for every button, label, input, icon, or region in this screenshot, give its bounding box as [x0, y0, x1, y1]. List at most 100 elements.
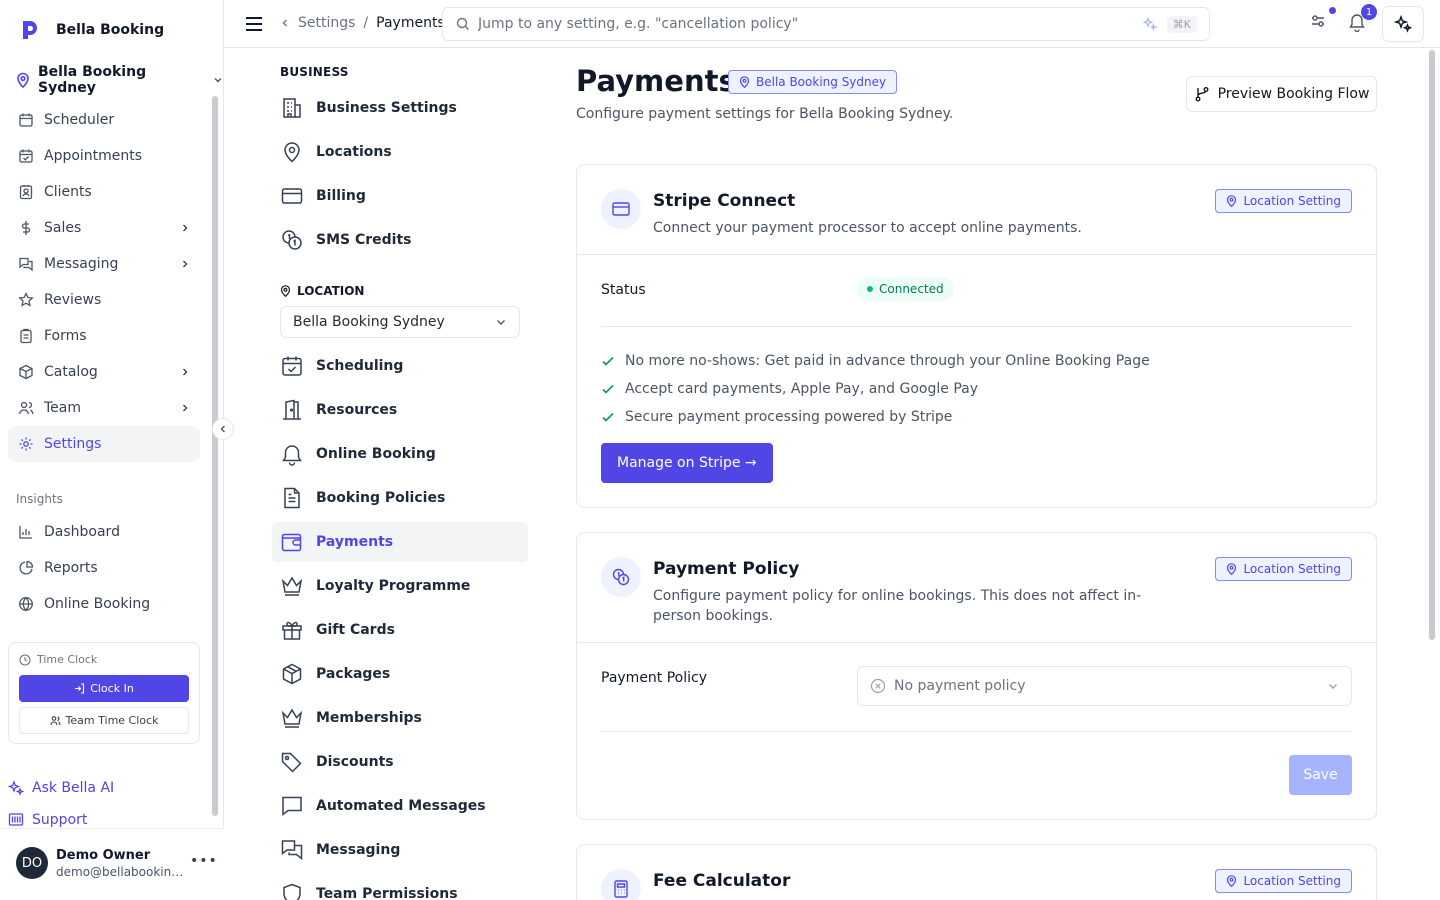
- filters-icon[interactable]: [1310, 12, 1326, 30]
- settings-nav-resources[interactable]: Resources: [272, 390, 528, 430]
- collapse-sidebar-button[interactable]: [212, 418, 234, 440]
- preview-booking-flow-button[interactable]: Preview Booking Flow: [1186, 76, 1377, 112]
- user-name: Demo Owner: [56, 848, 151, 863]
- package-icon: [280, 662, 304, 686]
- save-button[interactable]: Save: [1289, 755, 1352, 795]
- settings-nav-business-settings[interactable]: Business Settings: [272, 88, 528, 128]
- nav-label: Catalog: [44, 364, 98, 380]
- bar-chart-icon: [18, 524, 34, 540]
- gear-icon: [18, 436, 34, 452]
- settings-search[interactable]: ⌘K: [442, 7, 1210, 41]
- clock-in-button[interactable]: Clock In: [19, 675, 189, 702]
- nav-label: Team: [44, 400, 82, 416]
- payment-policy-select[interactable]: No payment policy: [857, 666, 1352, 706]
- notification-count-badge: 1: [1361, 4, 1377, 20]
- settings-nav-automated-messages[interactable]: Automated Messages: [272, 786, 528, 826]
- nav-messaging[interactable]: Messaging: [8, 246, 200, 282]
- breadcrumb-settings-link[interactable]: Settings: [298, 15, 355, 31]
- coins-icon: [601, 557, 641, 597]
- pie-chart-icon: [18, 560, 34, 576]
- badge-label: Location Setting: [1243, 194, 1341, 208]
- nav-clients[interactable]: Clients: [8, 174, 200, 210]
- document-icon: [280, 486, 304, 510]
- nav-team[interactable]: Team: [8, 390, 200, 426]
- credit-card-icon: [601, 189, 641, 229]
- manage-on-stripe-button[interactable]: Manage on Stripe →: [601, 443, 773, 483]
- sparkles-icon: [1394, 15, 1412, 33]
- nav-dashboard[interactable]: Dashboard: [8, 514, 200, 550]
- badge-label: Location Setting: [1243, 874, 1341, 888]
- business-section-heading: BUSINESS: [280, 65, 349, 79]
- login-icon: [74, 683, 85, 694]
- settings-nav-label: Discounts: [316, 754, 394, 770]
- settings-nav-payments[interactable]: Payments: [272, 522, 528, 562]
- team-time-clock-button[interactable]: Team Time Clock: [19, 707, 189, 734]
- wallet-icon: [280, 530, 304, 554]
- nav-label: Reviews: [44, 292, 102, 308]
- location-badge: Bella Booking Sydney: [728, 70, 898, 94]
- nav-reviews[interactable]: Reviews: [8, 282, 200, 318]
- location-switcher[interactable]: Bella Booking Sydney: [16, 64, 223, 96]
- settings-nav-label: Payments: [316, 534, 394, 550]
- check-icon: [601, 410, 615, 424]
- chevron-down-icon: [213, 75, 223, 85]
- status-badge: Connected: [857, 277, 954, 301]
- more-options-icon[interactable]: •••: [190, 853, 218, 869]
- card-divider: [577, 642, 1376, 643]
- nav-settings[interactable]: Settings: [8, 426, 200, 462]
- settings-nav-team-permissions[interactable]: Team Permissions: [272, 874, 528, 900]
- nav-label: Sales: [44, 220, 82, 236]
- chevron-right-icon: [180, 223, 190, 233]
- ai-assistant-button[interactable]: [1382, 6, 1424, 42]
- settings-nav-locations[interactable]: Locations: [272, 132, 528, 172]
- ask-bella-ai-link[interactable]: Ask Bella AI: [8, 780, 114, 796]
- crown-icon: [280, 706, 304, 730]
- scrollbar-thumb[interactable]: [212, 96, 218, 816]
- chevron-right-icon: [180, 259, 190, 269]
- tag-icon: [280, 750, 304, 774]
- location-setting-badge: Location Setting: [1215, 869, 1352, 893]
- chevron-right-icon: [180, 403, 190, 413]
- settings-nav-sms-credits[interactable]: SMS Credits: [272, 220, 528, 260]
- settings-nav-packages[interactable]: Packages: [272, 654, 528, 694]
- settings-nav-scheduling[interactable]: Scheduling: [272, 346, 528, 386]
- insights-nav: Dashboard Reports Online Booking: [8, 514, 200, 622]
- nav-catalog[interactable]: Catalog: [8, 354, 200, 390]
- settings-nav-online-booking[interactable]: Online Booking: [272, 434, 528, 474]
- breadcrumb: Settings / Payments: [280, 15, 445, 31]
- settings-nav-label: Team Permissions: [316, 886, 458, 900]
- search-input[interactable]: [478, 16, 1143, 32]
- map-pin-icon: [280, 140, 304, 164]
- settings-nav-booking-policies[interactable]: Booking Policies: [272, 478, 528, 518]
- brand[interactable]: Bella Booking: [20, 19, 164, 41]
- settings-nav-messaging[interactable]: Messaging: [272, 830, 528, 870]
- settings-nav-discounts[interactable]: Discounts: [272, 742, 528, 782]
- brand-name: Bella Booking: [56, 22, 165, 38]
- shortcut-hint: ⌘K: [1166, 15, 1197, 33]
- user-profile[interactable]: DO Demo Owner demo@bellabooking... •••: [0, 828, 224, 900]
- settings-nav-billing[interactable]: Billing: [272, 176, 528, 216]
- sidebar-scrollbar[interactable]: [211, 96, 219, 816]
- support-link[interactable]: Support: [8, 812, 87, 828]
- settings-nav-loyalty-programme[interactable]: Loyalty Programme: [272, 566, 528, 606]
- users-icon: [50, 715, 61, 726]
- settings-nav-gift-cards[interactable]: Gift Cards: [272, 610, 528, 650]
- settings-nav-label: Billing: [316, 188, 366, 204]
- nav-online-booking[interactable]: Online Booking: [8, 586, 200, 622]
- scrollbar-thumb[interactable]: [1429, 50, 1435, 640]
- menu-icon[interactable]: [244, 14, 264, 34]
- main-scrollbar[interactable]: [1426, 48, 1436, 900]
- insights-heading: Insights: [16, 492, 63, 506]
- box-icon: [18, 364, 34, 380]
- location-select[interactable]: Bella Booking Sydney: [280, 306, 520, 338]
- settings-nav-memberships[interactable]: Memberships: [272, 698, 528, 738]
- nav-appointments[interactable]: Appointments: [8, 138, 200, 174]
- nav-reports[interactable]: Reports: [8, 550, 200, 586]
- nav-scheduler[interactable]: Scheduler: [8, 102, 200, 138]
- nav-sales[interactable]: Sales: [8, 210, 200, 246]
- settings-nav-label: Messaging: [316, 842, 401, 858]
- card-divider: [577, 254, 1376, 255]
- nav-forms[interactable]: Forms: [8, 318, 200, 354]
- team-time-clock-label: Team Time Clock: [65, 714, 159, 727]
- avatar: DO: [16, 847, 48, 879]
